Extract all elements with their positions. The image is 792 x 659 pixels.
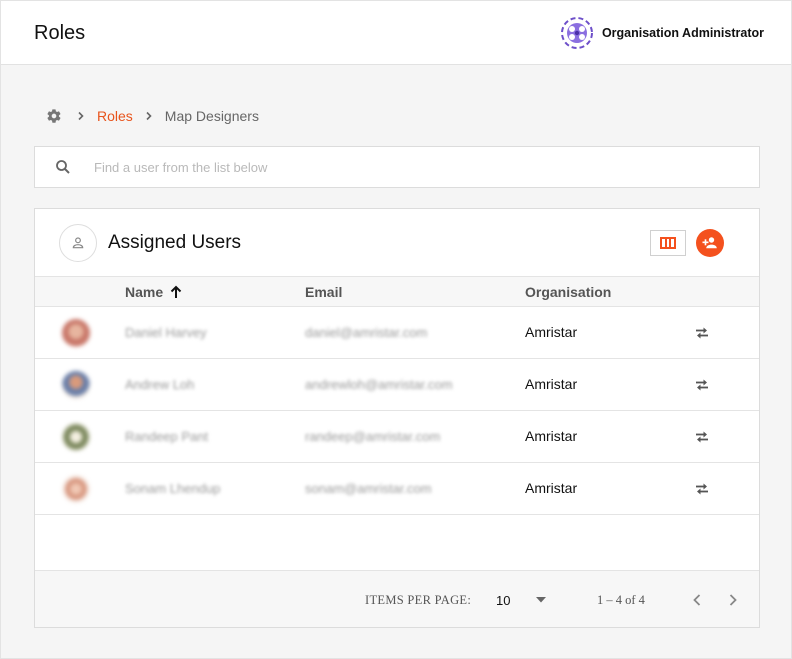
avatar: [62, 319, 90, 347]
swap-horiz-icon[interactable]: [690, 477, 714, 501]
breadcrumb: Roles Map Designers: [46, 107, 259, 125]
chevron-right-icon: [144, 111, 154, 121]
chevron-right-icon: [729, 594, 737, 606]
table-row[interactable]: Randeep Pant randeep@amristar.com Amrist…: [35, 411, 759, 463]
avatar: [62, 371, 90, 399]
person-add-icon: [702, 237, 717, 249]
user-organisation: Amristar: [525, 480, 578, 496]
organisation-name: Organisation Administrator: [601, 26, 764, 40]
card-header: Assigned Users: [35, 209, 759, 276]
column-header-email[interactable]: Email: [305, 284, 342, 300]
user-organisation: Amristar: [525, 376, 578, 392]
column-label-email: Email: [305, 284, 343, 300]
columns-button[interactable]: [650, 230, 686, 256]
top-bar: Roles Organisation Administrator: [1, 1, 791, 65]
table-row[interactable]: Daniel Harvey daniel@amristar.com Amrist…: [35, 307, 759, 359]
user-email: andrewloh@amristar.com: [305, 377, 453, 392]
user-email: randeep@amristar.com: [305, 429, 441, 444]
organisation-switcher[interactable]: Organisation Administrator: [560, 15, 764, 51]
organisation-logo-icon: [560, 17, 593, 49]
user-email: sonam@amristar.com: [305, 481, 432, 496]
table-body: Daniel Harvey daniel@amristar.com Amrist…: [35, 307, 759, 515]
view-columns-icon: [660, 237, 676, 249]
chevron-right-icon: [76, 111, 86, 121]
search-bar: [34, 146, 760, 188]
column-label-name: Name: [125, 284, 164, 300]
next-page-button[interactable]: [722, 589, 744, 611]
items-per-page-value: 10: [496, 592, 511, 608]
items-per-page-select[interactable]: 10: [496, 590, 546, 610]
user-name: Andrew Loh: [125, 377, 195, 392]
user-name: Randeep Pant: [125, 429, 209, 444]
person-icon: [59, 224, 97, 262]
search-input[interactable]: [94, 159, 694, 175]
avatar: [62, 423, 90, 451]
avatar: [62, 475, 90, 503]
assigned-users-card: Assigned Users Name Email Organisation D…: [34, 208, 760, 628]
column-header-organisation[interactable]: Organisation: [525, 284, 611, 300]
table-header: Name Email Organisation: [35, 276, 759, 307]
breadcrumb-current: Map Designers: [164, 108, 259, 124]
table-row[interactable]: Andrew Loh andrewloh@amristar.com Amrist…: [35, 359, 759, 411]
paginator: ITEMS PER PAGE: 10 1 – 4 of 4: [35, 570, 759, 627]
search-icon: [56, 160, 70, 174]
user-organisation: Amristar: [525, 428, 578, 444]
swap-horiz-icon[interactable]: [690, 373, 714, 397]
gear-icon[interactable]: [46, 108, 62, 124]
arrow-up-icon: [170, 285, 182, 298]
previous-page-button[interactable]: [686, 589, 708, 611]
user-organisation: Amristar: [525, 324, 578, 340]
card-title: Assigned Users: [108, 232, 242, 253]
items-per-page-label: ITEMS PER PAGE:: [365, 593, 472, 607]
swap-horiz-icon[interactable]: [690, 425, 714, 449]
user-name: Sonam Lhendup: [125, 481, 221, 496]
caret-down-icon: [536, 597, 546, 603]
page-range-label: 1 – 4 of 4: [597, 593, 645, 607]
column-header-name[interactable]: Name: [125, 284, 183, 300]
swap-horiz-icon[interactable]: [690, 321, 714, 345]
chevron-left-icon: [693, 594, 701, 606]
user-name: Daniel Harvey: [125, 325, 207, 340]
table-row[interactable]: Sonam Lhendup sonam@amristar.com Amrista…: [35, 463, 759, 515]
page-title: Roles: [34, 22, 86, 44]
add-user-button[interactable]: [696, 229, 724, 257]
breadcrumb-roles-link[interactable]: Roles: [97, 108, 133, 124]
column-label-organisation: Organisation: [525, 284, 612, 300]
user-email: daniel@amristar.com: [305, 325, 428, 340]
